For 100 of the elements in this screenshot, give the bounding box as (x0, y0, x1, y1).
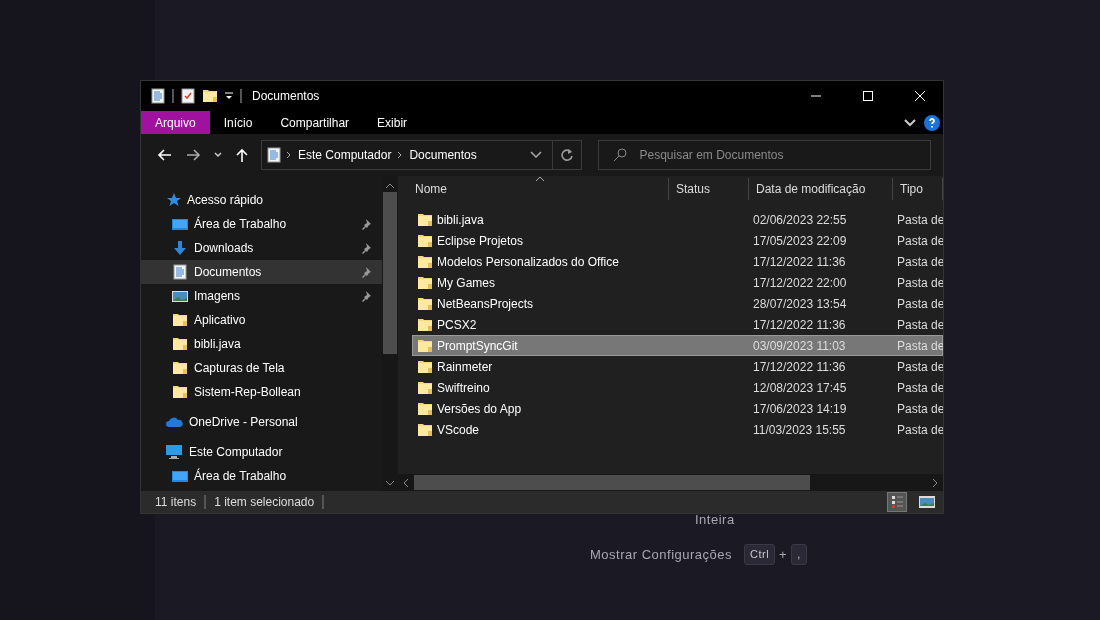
folder-icon (417, 337, 433, 354)
ribbon-tab[interactable]: Início (209, 111, 267, 134)
option-label: Mostrar Configurações (590, 545, 732, 564)
folder-icon (417, 358, 433, 375)
star-icon (165, 192, 181, 208)
file-type: Pasta de (897, 316, 943, 334)
file-type: Pasta de (897, 379, 943, 397)
nav-item[interactable]: OneDrive - Personal (141, 410, 382, 434)
maximize-icon (863, 91, 873, 101)
search-icon (613, 148, 628, 162)
dropdown-icon[interactable] (224, 91, 234, 101)
ribbon-tab[interactable]: Compartilhar (266, 111, 364, 134)
item-count: 11 itens (155, 494, 197, 511)
nav-item[interactable]: Capturas de Tela (141, 356, 382, 380)
folder-icon (172, 384, 188, 400)
up-icon (235, 148, 249, 162)
folder-icon (417, 253, 433, 270)
document-icon (172, 264, 188, 280)
address-bar[interactable]: Este Computador Documentos (261, 140, 583, 170)
nav-item[interactable]: Sistem-Rep-Bollean (141, 380, 382, 404)
breadcrumb-link[interactable]: Documentos (403, 146, 483, 164)
file-name: VScode (437, 421, 480, 439)
file-row[interactable]: Swiftreino 12/08/2023 17:45 Pasta de (412, 377, 943, 398)
folder-icon (417, 316, 433, 333)
nav-item[interactable]: Acesso rápido (141, 188, 382, 212)
column-header[interactable]: Data de modificação (749, 177, 893, 200)
file-type: Pasta de (897, 274, 943, 292)
scroll-right-icon (931, 477, 939, 488)
file-type: Pasta de (897, 337, 943, 355)
chevron-icon[interactable] (904, 119, 916, 127)
file-row[interactable]: VScode 11/03/2023 15:55 Pasta de (412, 419, 943, 440)
chevron-right-icon (397, 151, 404, 159)
nav-item[interactable]: bibli.java (141, 332, 382, 356)
column-header[interactable]: Tipo (893, 177, 943, 200)
breadcrumb-link[interactable]: Este Computador (292, 146, 398, 164)
image-icon (919, 496, 935, 508)
nav-item[interactable]: Imagens (141, 284, 382, 308)
help-icon[interactable] (924, 115, 940, 131)
chevron-right-icon (286, 151, 292, 159)
search-box[interactable]: Pesquisar em Documentos (598, 140, 931, 170)
file-row[interactable]: Versões do App 17/06/2023 14:19 Pasta de (412, 398, 943, 419)
refresh-icon[interactable] (561, 149, 574, 161)
window-title: Documentos (252, 88, 320, 105)
scrollbar-thumb[interactable] (414, 475, 810, 490)
back-icon (157, 148, 173, 162)
file-type: Pasta de (897, 295, 943, 313)
folder-icon (172, 360, 188, 376)
nav-item[interactable]: Área de Trabalho (141, 464, 382, 488)
file-name: Rainmeter (437, 358, 493, 376)
details-view-button[interactable] (887, 492, 907, 512)
computer-icon (165, 444, 183, 460)
forward-icon (185, 148, 201, 162)
search-field[interactable]: Pesquisar em Documentos (637, 142, 930, 168)
file-row[interactable]: My Games 17/12/2022 22:00 Pasta de (412, 272, 943, 293)
file-row[interactable]: Eclipse Projetos 17/05/2023 22:09 Pasta de (412, 230, 943, 251)
scroll-left-icon (402, 477, 410, 488)
file-row[interactable]: PCSX2 17/12/2022 11:36 Pasta de (412, 314, 943, 335)
folder-icon (417, 211, 433, 228)
file-name: Modelos Personalizados do Office (437, 253, 619, 271)
folder-icon[interactable] (202, 88, 218, 104)
column-header[interactable]: Nome (398, 177, 669, 200)
nav-item[interactable]: Downloads (141, 236, 382, 260)
ribbon-tab[interactable]: Exibir (363, 111, 422, 134)
nav-item[interactable]: Aplicativo (141, 308, 382, 332)
key-cap: Ctrl (744, 544, 776, 565)
cloud-icon (165, 415, 183, 429)
file-type: Pasta de (897, 400, 943, 418)
file-name: Eclipse Projetos (437, 232, 524, 250)
file-row[interactable]: NetBeansProjects 28/07/2023 13:54 Pasta de (412, 293, 943, 314)
file-row[interactable]: bibli.java 02/06/2023 22:55 Pasta de (412, 209, 943, 230)
column-header[interactable]: Status (669, 177, 749, 200)
key-cap: , (791, 544, 807, 565)
file-type: Pasta de (897, 211, 943, 229)
file-type: Pasta de (897, 253, 943, 271)
file-name: My Games (437, 274, 495, 292)
folder-icon (172, 336, 188, 352)
nav-item[interactable]: Este Computador (141, 440, 382, 464)
chevron-down-icon[interactable] (530, 151, 543, 159)
folder-icon (417, 232, 433, 249)
download-icon (172, 240, 188, 256)
checklist-icon[interactable] (180, 88, 196, 104)
folder-icon (417, 379, 433, 396)
ribbon-tab[interactable]: Arquivo (141, 111, 210, 134)
document-icon[interactable] (150, 88, 166, 104)
plus-sign: + (779, 545, 788, 564)
file-row[interactable]: Rainmeter 17/12/2022 11:36 Pasta de (412, 356, 943, 377)
nav-item[interactable]: Área de Trabalho (141, 212, 382, 236)
folder-icon (417, 421, 433, 438)
file-row[interactable]: PromptSyncGit 03/09/2023 11:03 Pasta de (412, 335, 943, 356)
sort-icon (535, 176, 545, 182)
file-name: NetBeansProjects (437, 295, 534, 313)
folder-icon (172, 312, 188, 328)
nav-item[interactable]: Documentos (141, 260, 382, 284)
desktop-icon (172, 468, 188, 484)
scrollbar-thumb[interactable] (383, 192, 397, 354)
image-icon (172, 288, 188, 304)
file-name: bibli.java (437, 211, 484, 229)
file-name: PCSX2 (437, 316, 477, 334)
file-row[interactable]: Modelos Personalizados do Office 17/12/2022 11:36 Pasta de (412, 251, 943, 272)
close-icon (915, 91, 925, 101)
